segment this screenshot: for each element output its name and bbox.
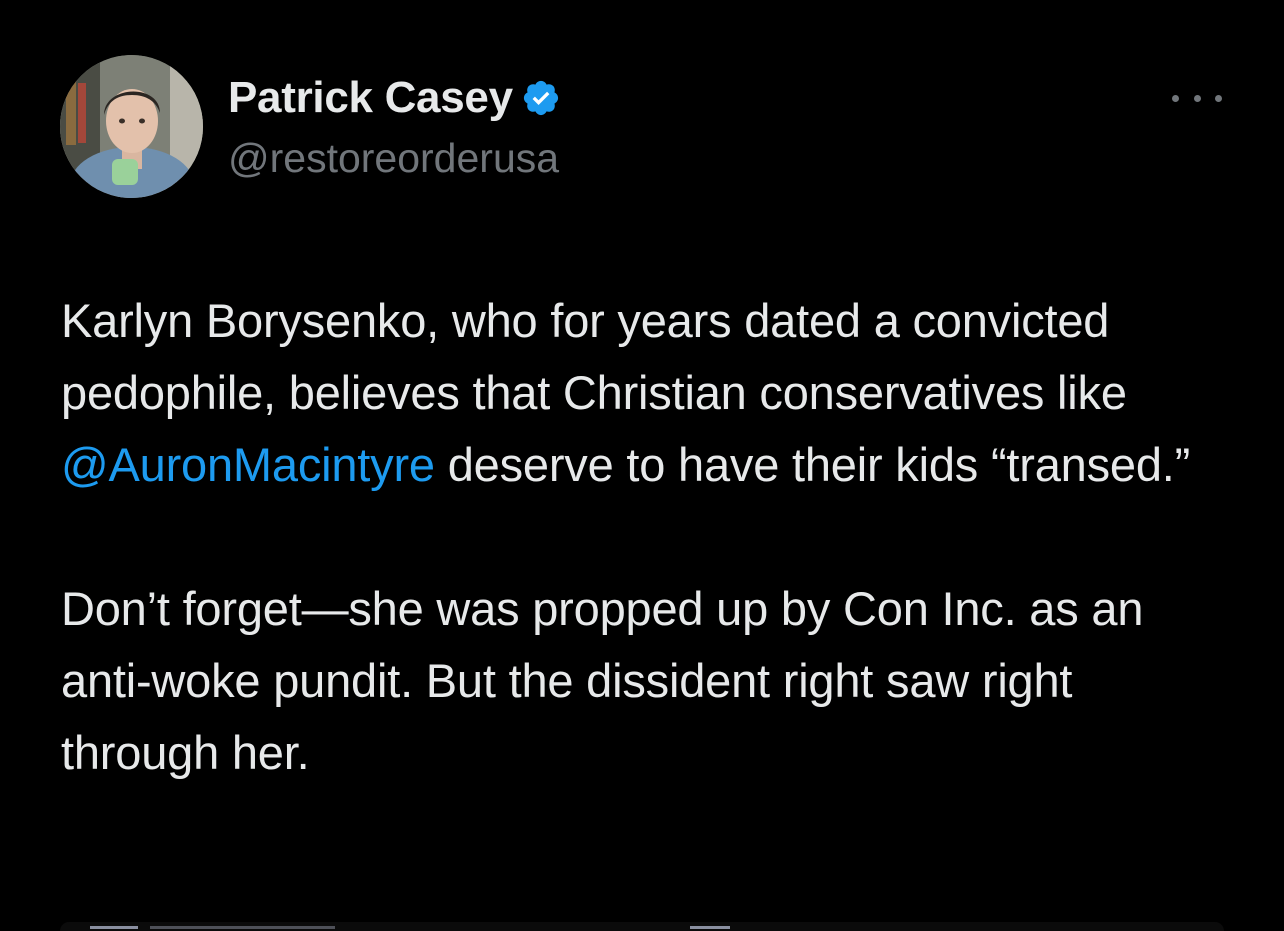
author-name-row[interactable]: Patrick Casey [228,70,561,126]
paragraph-text: Karlyn Borysenko, who for years dated a … [61,294,1127,419]
tweet-text: Karlyn Borysenko, who for years dated a … [61,285,1241,789]
avatar-photo-icon [60,55,203,198]
tweet-paragraph-1: Karlyn Borysenko, who for years dated a … [61,285,1241,501]
media-preview-edge [690,926,730,929]
media-preview-edge [90,926,138,929]
mention-link[interactable]: @AuronMacintyre [61,438,435,491]
author-avatar[interactable] [60,55,203,198]
author-handle[interactable]: @restoreorderusa [228,132,559,184]
media-preview-right[interactable] [680,922,1224,931]
verified-badge-icon [523,80,558,116]
ellipsis-icon[interactable] [1172,78,1222,118]
media-preview-edge [150,926,335,929]
tweet: Patrick Casey @restoreorderusa Karlyn Bo… [0,0,1284,931]
ellipsis-dot [1172,94,1179,102]
ellipsis-dot [1193,94,1201,102]
ellipsis-dot [1215,94,1222,102]
author-display-name[interactable]: Patrick Casey [228,70,513,126]
tweet-paragraph-2: Don’t forget—she was propped up by Con I… [61,582,1144,779]
paragraph-text: deserve to have their kids “transed.” [434,438,1191,491]
